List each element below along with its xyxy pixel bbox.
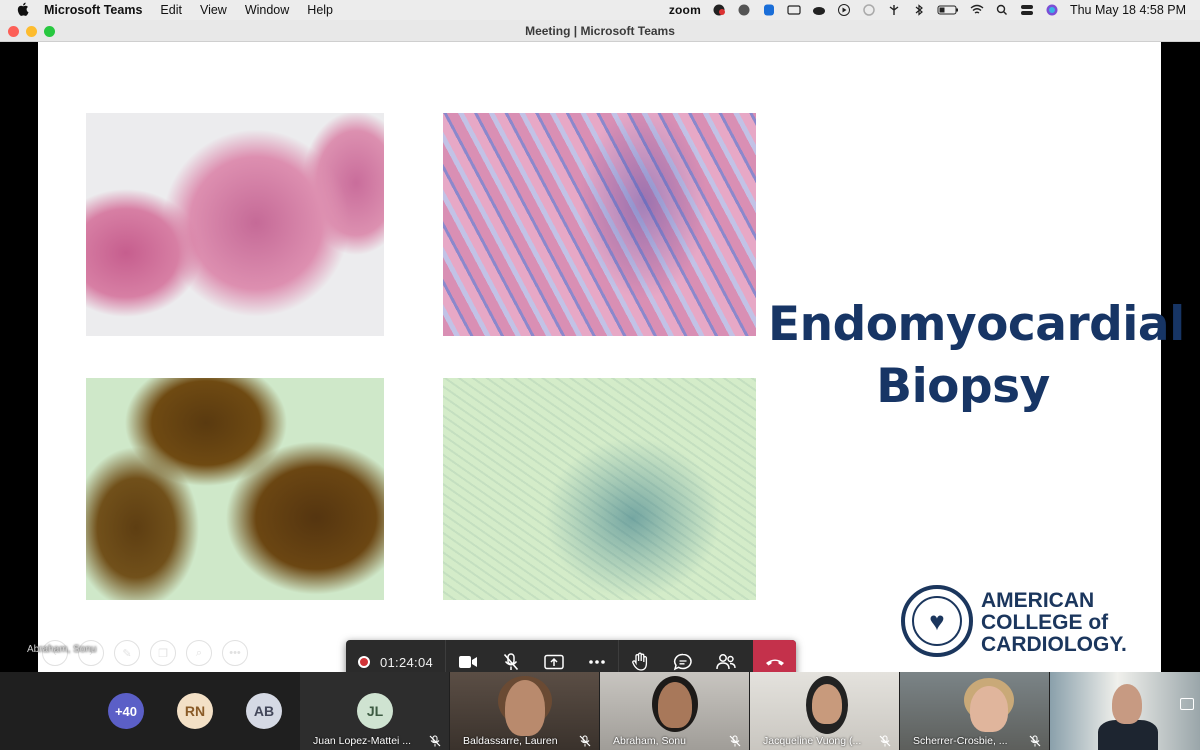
window-close-button[interactable] <box>8 26 19 37</box>
participant-video-face <box>1112 684 1142 724</box>
apple-menu-icon[interactable] <box>0 2 44 19</box>
participant-tile[interactable]: Jacqueline Vuong (... <box>750 672 899 750</box>
window-zoom-button[interactable] <box>44 26 55 37</box>
acc-wordmark: AMERICAN COLLEGE of CARDIOLOGY. <box>981 590 1127 656</box>
window-controls <box>8 26 55 37</box>
hang-up-phone-icon <box>765 659 784 666</box>
shared-screen-stage: Endomyocardial Biopsy ♥ AMERICAN COLLEGE… <box>0 42 1200 684</box>
more-participants-button[interactable]: +40 <box>108 693 144 729</box>
play-icon[interactable] <box>837 4 851 16</box>
window-minimize-button[interactable] <box>26 26 37 37</box>
cloud-alert-icon[interactable] <box>812 4 826 16</box>
spotlight-search-icon[interactable] <box>995 4 1009 16</box>
video-feed <box>1098 720 1158 750</box>
acc-wordmark-line-1: AMERICAN <box>981 589 1095 612</box>
participant-video-face <box>658 682 692 728</box>
participant-video-face <box>812 684 842 724</box>
globe-icon[interactable] <box>737 4 751 16</box>
participant-video-face <box>505 680 545 736</box>
participant-video-face <box>970 686 1008 732</box>
participant-tile[interactable] <box>1050 672 1200 750</box>
slide-title: Endomyocardial Biopsy <box>768 294 1185 418</box>
slide-title-line-2: Biopsy <box>876 359 1050 414</box>
annotation-copy-icon[interactable]: ❐ <box>150 640 176 666</box>
participant-tile[interactable]: JL Juan Lopez-Mattei ... <box>300 672 449 750</box>
menu-app-name[interactable]: Microsoft Teams <box>44 3 151 17</box>
presenter-name-label: Abraham, Sonu <box>27 644 97 655</box>
histology-image-he-high-power <box>443 113 756 336</box>
hand-icon <box>632 652 648 671</box>
participant-avatar: JL <box>357 693 393 729</box>
participant-name: Abraham, Sonu <box>613 735 686 747</box>
participant-name: Baldassarre, Lauren <box>463 735 558 747</box>
participant-name: Scherrer-Crosbie, ... <box>913 735 1008 747</box>
password-manager-icon[interactable] <box>762 4 776 16</box>
annotation-zoom-icon[interactable]: ⌕ <box>186 640 212 666</box>
annotation-more-icon[interactable]: ••• <box>222 640 248 666</box>
mic-muted-icon <box>503 653 518 671</box>
window-title: Meeting | Microsoft Teams <box>525 23 675 38</box>
acc-wordmark-line-3: CARDIOLOGY. <box>981 633 1127 656</box>
menubar-clock[interactable]: Thu May 18 4:58 PM <box>1070 3 1186 17</box>
wifi-icon[interactable] <box>970 4 984 16</box>
histology-image-stain-brown <box>86 378 384 600</box>
annotation-pen-icon[interactable]: ✎ <box>114 640 140 666</box>
participant-name: Juan Lopez-Mattei ... <box>313 735 412 747</box>
presentation-slide: Endomyocardial Biopsy ♥ AMERICAN COLLEGE… <box>38 42 1185 672</box>
participant-name: Jacqueline Vuong (... <box>763 735 862 747</box>
acc-wordmark-line-2: COLLEGE of <box>981 611 1109 634</box>
mic-muted-icon <box>729 735 741 747</box>
share-tray-icon <box>543 654 564 670</box>
mic-muted-icon <box>579 735 591 747</box>
macos-menu-bar: Microsoft Teams Edit View Window Help zo… <box>0 0 1200 20</box>
participant-tile[interactable]: Scherrer-Crosbie, ... <box>900 672 1049 750</box>
mic-muted-icon <box>879 735 891 747</box>
siri-icon[interactable] <box>1045 4 1059 16</box>
pop-out-icon[interactable] <box>1180 698 1194 710</box>
window-title-bar: Meeting | Microsoft Teams <box>0 20 1200 42</box>
histology-image-stain-blue <box>443 378 756 600</box>
bluetooth-icon[interactable] <box>912 4 926 16</box>
menu-view[interactable]: View <box>191 3 236 17</box>
menu-edit[interactable]: Edit <box>151 3 191 17</box>
call-timer: 01:24:04 <box>380 654 434 670</box>
participant-avatar[interactable]: RN <box>177 693 213 729</box>
keyboard-icon[interactable] <box>787 4 801 16</box>
mic-muted-icon <box>1029 735 1041 747</box>
mic-muted-icon <box>429 735 441 747</box>
control-center-icon[interactable] <box>1020 4 1034 16</box>
menu-help[interactable]: Help <box>298 3 342 17</box>
camera-status-icon[interactable] <box>712 4 726 16</box>
histology-image-he-low-power <box>86 113 384 336</box>
participant-tile[interactable]: Abraham, Sonu <box>600 672 749 750</box>
participant-tile[interactable]: Baldassarre, Lauren <box>450 672 599 750</box>
more-dots-icon <box>588 660 605 664</box>
acc-seal-logo: ♥ <box>901 585 973 657</box>
participant-gallery: +40 RN AB JL Juan Lopez-Mattei ... Balda… <box>0 672 1200 750</box>
zoom-status-label[interactable]: zoom <box>669 3 701 17</box>
menu-window[interactable]: Window <box>236 3 298 17</box>
antenna-icon[interactable] <box>887 4 901 16</box>
video-camera-icon <box>458 656 477 668</box>
recording-dot-icon <box>358 656 370 668</box>
slide-title-line-1: Endomyocardial <box>768 297 1185 352</box>
chat-bubble-icon <box>673 653 692 671</box>
moon-icon[interactable] <box>862 4 876 16</box>
battery-icon[interactable] <box>937 4 959 16</box>
heart-emblem-icon: ♥ <box>912 596 962 646</box>
participant-avatar[interactable]: AB <box>246 693 282 729</box>
people-icon <box>715 654 736 670</box>
